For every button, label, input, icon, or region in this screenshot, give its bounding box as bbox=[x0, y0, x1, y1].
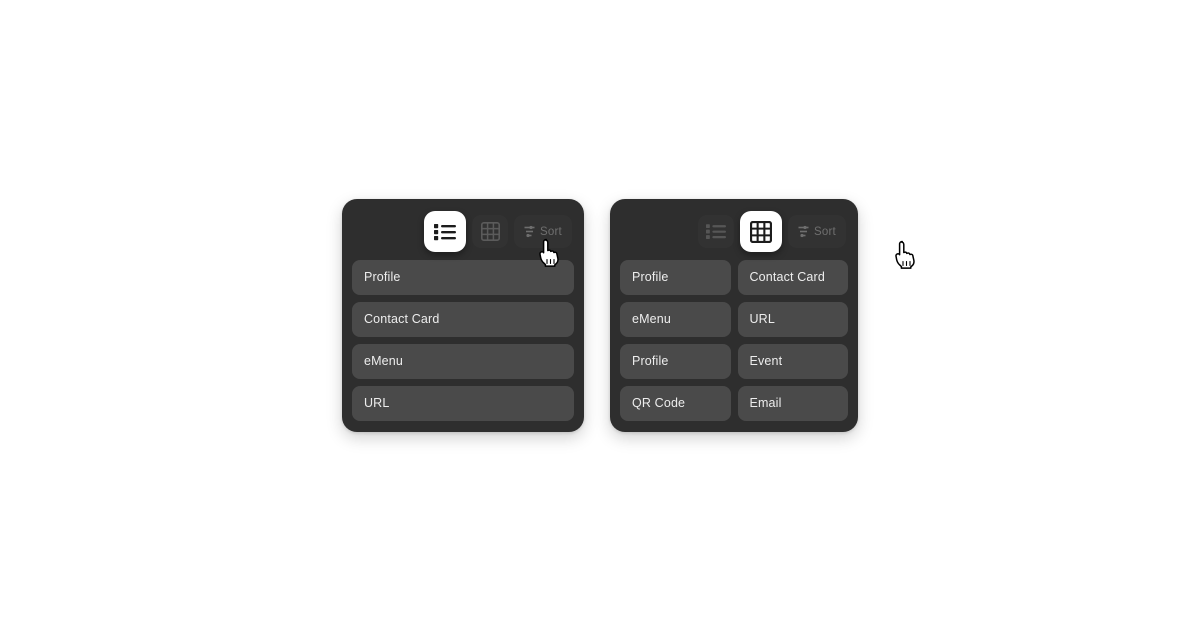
sort-button[interactable]: Sort bbox=[788, 215, 846, 248]
list-view-card: Sort Profile Contact Card eMenu URL bbox=[342, 198, 584, 432]
grid-items: Profile Contact Card eMenu URL Profile E… bbox=[620, 259, 848, 421]
view-toolbar: Sort bbox=[352, 210, 574, 267]
grid-item-label: Event bbox=[749, 354, 783, 368]
list-item[interactable]: Profile bbox=[352, 259, 574, 295]
grid-item[interactable]: Contact Card bbox=[737, 259, 848, 295]
list-item-label: Profile bbox=[364, 270, 401, 284]
grid-item-label: QR Code bbox=[632, 396, 686, 410]
grid-item[interactable]: Event bbox=[737, 343, 848, 379]
list-item-label: Contact Card bbox=[364, 312, 440, 326]
list-items: Profile Contact Card eMenu URL bbox=[352, 259, 574, 421]
list-item-label: eMenu bbox=[364, 354, 403, 368]
sort-icon bbox=[798, 225, 809, 238]
grid-view-icon bbox=[750, 220, 772, 243]
sort-button[interactable]: Sort bbox=[514, 215, 572, 248]
list-item[interactable]: URL bbox=[352, 385, 574, 421]
list-item[interactable]: eMenu bbox=[352, 343, 574, 379]
grid-item-label: Profile bbox=[632, 270, 669, 284]
grid-view-button[interactable] bbox=[740, 211, 915, 269]
sort-icon bbox=[524, 225, 535, 238]
grid-item[interactable]: URL bbox=[737, 301, 848, 337]
grid-item[interactable]: Profile bbox=[620, 259, 731, 295]
list-item-label: URL bbox=[364, 396, 390, 410]
list-view-button[interactable] bbox=[698, 215, 734, 248]
grid-item-label: eMenu bbox=[632, 312, 671, 326]
grid-item-label: URL bbox=[749, 312, 775, 326]
grid-view-icon bbox=[480, 222, 500, 241]
list-view-button[interactable] bbox=[424, 211, 559, 267]
grid-view-card: Sort Profile Contact Card eMenu URL Prof… bbox=[610, 198, 915, 432]
canvas: Sort Profile Contact Card eMenu URL Sort… bbox=[0, 0, 1200, 630]
sort-button-label: Sort bbox=[814, 225, 836, 238]
sort-button-label: Sort bbox=[540, 225, 562, 238]
list-item[interactable]: Contact Card bbox=[352, 301, 574, 337]
pointing-hand-cursor bbox=[895, 240, 915, 269]
grid-view-button[interactable] bbox=[472, 215, 508, 248]
list-view-icon bbox=[434, 223, 456, 240]
grid-item[interactable]: Email bbox=[737, 385, 848, 421]
grid-item-label: Contact Card bbox=[749, 270, 825, 284]
grid-item[interactable]: QR Code bbox=[620, 385, 731, 421]
grid-item[interactable]: Profile bbox=[620, 343, 731, 379]
grid-item[interactable]: eMenu bbox=[620, 301, 731, 337]
view-toolbar: Sort bbox=[620, 210, 915, 269]
grid-item-label: Profile bbox=[632, 354, 669, 368]
grid-item-label: Email bbox=[749, 396, 782, 410]
list-view-icon bbox=[706, 224, 726, 239]
